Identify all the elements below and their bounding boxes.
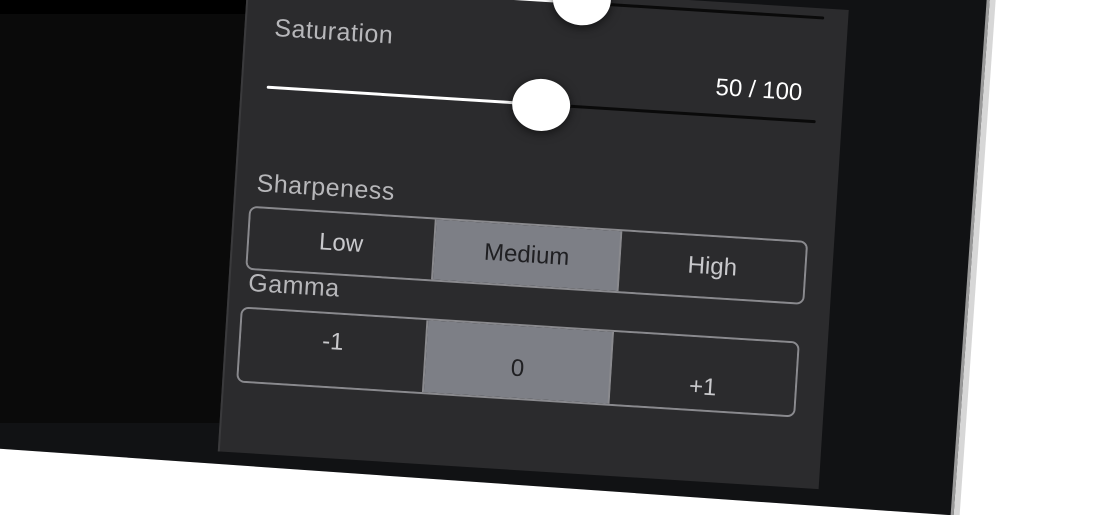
saturation-slider-thumb[interactable] bbox=[510, 77, 572, 133]
sharpeness-label: Sharpeness bbox=[255, 169, 396, 206]
gamma-option-plus-1[interactable]: +1 bbox=[609, 331, 798, 416]
settings-panel: Saturation 50 / 100 Sharpeness Low Mediu… bbox=[217, 0, 849, 490]
saturation-slider-fill bbox=[266, 85, 542, 106]
gamma-segmented-control: -1 0 +1 bbox=[236, 306, 800, 418]
previous-slider-track[interactable] bbox=[273, 0, 825, 20]
gamma-option-0[interactable]: 0 bbox=[423, 320, 615, 404]
gamma-label: Gamma bbox=[247, 268, 341, 303]
saturation-value: 50 / 100 bbox=[714, 73, 804, 107]
settings-panel-wrapper: Saturation 50 / 100 Sharpeness Low Mediu… bbox=[182, 0, 861, 490]
gamma-option-minus-1[interactable]: -1 bbox=[238, 308, 429, 393]
previous-slider-fill bbox=[273, 0, 582, 5]
sharpeness-option-high[interactable]: High bbox=[618, 231, 807, 303]
previous-slider-thumb[interactable] bbox=[551, 0, 613, 28]
sharpeness-option-medium[interactable]: Medium bbox=[433, 219, 623, 292]
saturation-label: Saturation bbox=[273, 14, 395, 50]
sharpeness-option-low[interactable]: Low bbox=[247, 207, 437, 280]
